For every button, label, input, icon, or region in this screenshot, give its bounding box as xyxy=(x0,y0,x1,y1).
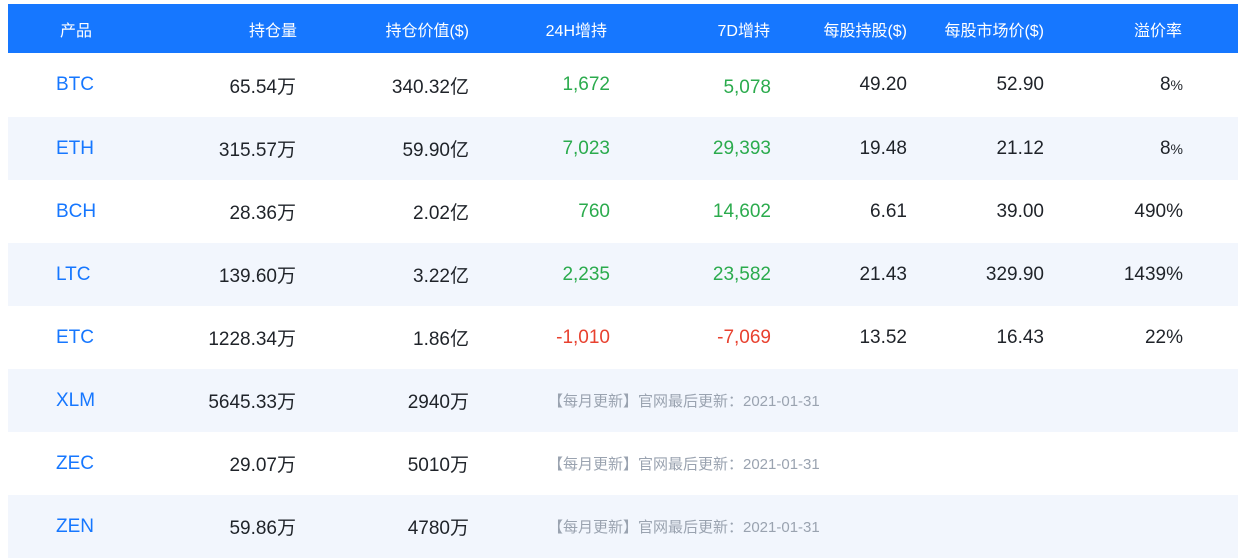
column-header-premium[interactable]: 溢价率 xyxy=(1044,4,1182,53)
market-price-cell: 21.12 xyxy=(996,137,1044,159)
market-price-cell: 52.90 xyxy=(996,74,1044,95)
premium-cell: 8% xyxy=(1044,117,1183,180)
holdings-cell: 28.36万 xyxy=(229,203,296,224)
product-link[interactable]: XLM xyxy=(8,369,128,432)
market-price-cell: 39.00 xyxy=(996,200,1044,222)
per-share-cell: 21.43 xyxy=(859,263,907,285)
value-cell: 3.22亿 xyxy=(413,266,469,287)
column-header-holdings-per-share[interactable]: 每股持股($) xyxy=(771,4,907,53)
market-price-cell: 329.90 xyxy=(985,263,1044,285)
per-share-cell: 6.61 xyxy=(870,200,907,222)
change-24h-cell: 760 xyxy=(578,200,610,222)
table-header: 产品 持仓量 持仓价值($) 24H增持 7D增持 每股持股($) 每股市场价(… xyxy=(8,4,1238,53)
premium-cell: 490% xyxy=(1134,200,1183,222)
holdings-cell: 315.57万 xyxy=(218,140,296,161)
value-cell: 5010万 xyxy=(407,455,469,476)
monthly-update-note: 【每月更新】官网最后更新：2021-01-31 xyxy=(548,456,820,473)
premium-value: 8 xyxy=(1159,74,1171,95)
holdings-cell: 65.54万 xyxy=(229,76,296,98)
change-24h-cell: 2,235 xyxy=(562,263,610,285)
value-cell: 2.02亿 xyxy=(413,203,469,224)
table-row[interactable]: LTC 139.60万 3.22亿 2,235 23,582 21.43 329… xyxy=(8,243,1238,306)
table-row[interactable]: ETH 315.57万 59.90亿 7,023 29,393 19.48 21… xyxy=(8,117,1238,180)
change-7d-cell: 14,602 xyxy=(712,200,771,222)
table-row[interactable]: BTC 65.54万 340.32亿 1,672 5,078 49.20 52.… xyxy=(8,53,1238,117)
product-link[interactable]: ZEN xyxy=(8,495,128,558)
change-24h-cell: -1,010 xyxy=(556,326,610,348)
column-header-product[interactable]: 产品 xyxy=(8,4,128,53)
holdings-cell: 139.60万 xyxy=(218,266,296,287)
monthly-update-note: 【每月更新】官网最后更新：2021-01-31 xyxy=(548,519,820,536)
column-header-value[interactable]: 持仓价值($) xyxy=(296,4,469,53)
premium-unit: % xyxy=(1170,77,1183,93)
change-7d-cell: 29,393 xyxy=(712,137,771,159)
column-header-7d-change[interactable]: 7D增持 xyxy=(610,4,770,53)
premium-cell: 8% xyxy=(1044,53,1183,117)
product-link[interactable]: LTC xyxy=(8,243,128,306)
table-row[interactable]: XLM 5645.33万 2940万 【每月更新】官网最后更新：2021-01-… xyxy=(8,369,1238,432)
per-share-cell: 49.20 xyxy=(859,74,907,95)
product-link[interactable]: ETH xyxy=(8,117,128,180)
holdings-cell: 5645.33万 xyxy=(208,392,296,413)
table-row[interactable]: ZEC 29.07万 5010万 【每月更新】官网最后更新：2021-01-31 xyxy=(8,432,1238,495)
change-24h-cell: 1,672 xyxy=(562,74,610,95)
market-price-cell: 16.43 xyxy=(996,326,1044,348)
column-header-market-price-per-share[interactable]: 每股市场价($) xyxy=(907,4,1044,53)
table-row[interactable]: ZEN 59.86万 4780万 【每月更新】官网最后更新：2021-01-31 xyxy=(8,495,1238,558)
change-7d-cell: 23,582 xyxy=(712,263,771,285)
product-link[interactable]: BTC xyxy=(8,53,128,117)
value-cell: 1.86亿 xyxy=(413,329,469,350)
holdings-cell: 1228.34万 xyxy=(208,329,296,350)
premium-value: 8 xyxy=(1159,137,1171,159)
premium-cell: 22% xyxy=(1144,326,1183,348)
value-cell: 340.32亿 xyxy=(391,76,469,98)
holdings-cell: 29.07万 xyxy=(229,455,296,476)
change-7d-value: 5,078 xyxy=(723,77,771,98)
table-row[interactable]: ETC 1228.34万 1.86亿 -1,010 -7,069 13.52 1… xyxy=(8,306,1238,369)
premium-cell: 1439% xyxy=(1123,263,1183,285)
holdings-cell: 59.86万 xyxy=(229,518,296,539)
product-link[interactable]: ZEC xyxy=(8,432,128,495)
change-7d-cell: 5,078 xyxy=(610,53,771,117)
per-share-cell: 19.48 xyxy=(859,137,907,159)
premium-unit: % xyxy=(1170,140,1183,157)
product-link[interactable]: BCH xyxy=(8,180,128,243)
per-share-cell: 13.52 xyxy=(859,326,907,348)
table-row[interactable]: BCH 28.36万 2.02亿 760 14,602 6.61 39.00 4… xyxy=(8,180,1238,243)
change-24h-cell: 7,023 xyxy=(562,137,610,159)
product-link[interactable]: ETC xyxy=(8,306,128,369)
value-cell: 59.90亿 xyxy=(402,140,469,161)
column-header-holdings[interactable]: 持仓量 xyxy=(128,4,297,53)
value-cell: 2940万 xyxy=(407,392,469,413)
monthly-update-note: 【每月更新】官网最后更新：2021-01-31 xyxy=(548,393,820,410)
change-7d-cell: -7,069 xyxy=(717,326,771,348)
value-cell: 4780万 xyxy=(407,518,469,539)
grayscale-holdings-table: 产品 持仓量 持仓价值($) 24H增持 7D增持 每股持股($) 每股市场价(… xyxy=(8,4,1238,558)
column-header-24h-change[interactable]: 24H增持 xyxy=(469,4,607,53)
